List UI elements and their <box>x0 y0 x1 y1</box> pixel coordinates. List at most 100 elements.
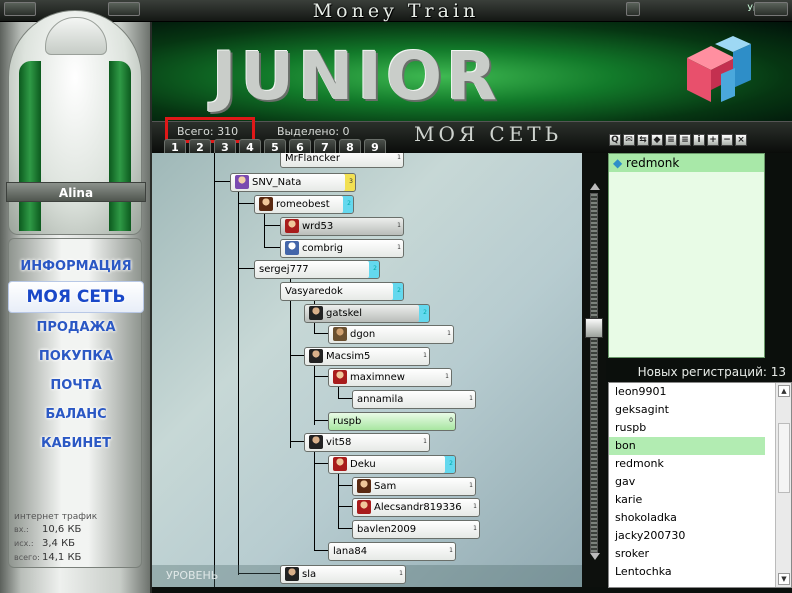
tree-node[interactable]: annamila 1 <box>352 390 476 409</box>
app-title: Money Train <box>312 0 480 22</box>
tree-connector <box>290 278 291 448</box>
node-label: wrd53 <box>302 221 334 232</box>
tree-connector <box>214 153 215 587</box>
tree-node[interactable]: sergej777 2 <box>254 260 380 279</box>
registration-item[interactable]: Lentochka <box>609 563 765 581</box>
tree-node[interactable]: romeobest 2 <box>254 195 354 214</box>
tree-node[interactable]: SNV_Nata 3 <box>230 173 356 192</box>
registration-item[interactable]: sroker <box>609 545 765 563</box>
info-button[interactable] <box>626 2 640 16</box>
tree-node[interactable]: dgon 1 <box>328 325 454 344</box>
tree-node[interactable]: maximnew 1 <box>328 368 452 387</box>
scroll-thumb[interactable] <box>585 318 603 338</box>
tree-node[interactable]: ruspb 0 <box>328 412 456 431</box>
close-window-button[interactable] <box>754 2 788 16</box>
tree-node[interactable]: Alecsandr819336 1 <box>352 498 480 517</box>
child-count-badge: 1 <box>447 330 451 337</box>
tree-node[interactable]: sla 1 <box>280 565 406 584</box>
user-icon: ◆ <box>613 156 627 170</box>
registration-item[interactable]: shokoladka <box>609 509 765 527</box>
main-menu: ИНФОРМАЦИЯ МОЯ СЕТЬ ПРОДАЖА ПОКУПКА ПОЧТА БАЛ… <box>8 252 144 458</box>
tree-connector <box>264 225 280 226</box>
tool-buttons: Q ✉ ⇆ ◆ ≡ ≡ i + − × <box>609 134 749 146</box>
menu-item[interactable]: МОЯ СЕТЬ <box>8 281 144 313</box>
scroll-down-icon[interactable]: ▼ <box>778 573 790 585</box>
tree-node[interactable]: combrig 1 <box>280 239 404 258</box>
network-toolbar: Всего: 310 Выделено: 0 МОЯ СЕТЬ 12345678… <box>152 117 792 155</box>
scroll-down-icon[interactable] <box>590 553 600 560</box>
list2-tool-icon[interactable]: ≡ <box>679 134 691 146</box>
node-label: dgon <box>350 329 376 340</box>
search-tool-icon[interactable]: Q <box>609 134 621 146</box>
section-title: МОЯ СЕТЬ <box>414 122 563 146</box>
scroll-thumb[interactable] <box>778 423 790 493</box>
child-count-badge: 1 <box>423 352 427 359</box>
tree-node[interactable]: wrd53 1 <box>280 217 404 236</box>
scroll-track[interactable] <box>590 193 598 553</box>
node-label: vit58 <box>326 437 352 448</box>
registration-item[interactable]: geksagint <box>609 401 765 419</box>
tree-connector <box>314 333 328 334</box>
tree-connector <box>290 355 304 356</box>
registration-item[interactable]: bon <box>609 437 765 455</box>
menu-item[interactable]: БАЛАНС <box>8 400 144 429</box>
registration-item[interactable]: jacky200730 <box>609 527 765 545</box>
menu-item[interactable]: ПОКУПКА <box>8 342 144 371</box>
child-count-badge: 1 <box>397 154 401 161</box>
tree-node[interactable]: Macsim5 1 <box>304 347 430 366</box>
tree-connector <box>290 441 304 442</box>
tree-node[interactable]: MrFlancker 1 <box>280 153 404 168</box>
child-count-badge: 1 <box>473 525 477 532</box>
train-stripe-right <box>109 61 131 231</box>
tree-connector <box>238 268 254 269</box>
traffic-value: 10,6 КБ <box>42 524 82 535</box>
tree-node[interactable]: Deku 2 <box>328 455 456 474</box>
registration-item[interactable]: gav <box>609 473 765 491</box>
registration-item[interactable]: leon9901 <box>609 383 765 401</box>
menu-item[interactable]: ИНФОРМАЦИЯ <box>8 252 144 281</box>
scroll-up-icon[interactable] <box>590 183 600 190</box>
registrations-title: Новых регистраций: 13 <box>637 365 786 379</box>
tree-node[interactable]: Sam 1 <box>352 477 476 496</box>
mail-tool-icon[interactable]: ✉ <box>623 134 635 146</box>
registration-item[interactable]: redmonk <box>609 455 765 473</box>
close-tool-icon[interactable]: × <box>735 134 747 146</box>
cube-tool-icon[interactable]: ◆ <box>651 134 663 146</box>
banner-title: JUNIOR <box>212 38 501 115</box>
traffic-row: всего: 14,1 КБ <box>14 552 134 566</box>
train-stripe-left <box>19 61 41 231</box>
avatar-icon <box>309 349 323 363</box>
node-label: Deku <box>350 459 376 470</box>
registration-item[interactable]: karie <box>609 491 765 509</box>
add-tool-icon[interactable]: + <box>707 134 719 146</box>
tree-node[interactable]: Vasyaredok 2 <box>280 282 404 301</box>
network-tree[interactable]: УРОВЕНЬ MrFlancker 1 SNV_Nata 3 romeobest 2 wr… <box>152 153 582 587</box>
traffic-value: 3,4 КБ <box>42 538 76 549</box>
avatar-icon <box>285 567 299 581</box>
menu-item[interactable]: ПОЧТА <box>8 371 144 400</box>
tree-node[interactable]: lana84 1 <box>328 542 456 561</box>
node-label: romeobest <box>276 199 330 210</box>
list-tool-icon[interactable]: ≡ <box>665 134 677 146</box>
child-count-badge: 3 <box>349 178 353 185</box>
avatar-icon <box>309 306 323 320</box>
tree-connector <box>338 485 352 486</box>
tree-node[interactable]: bavlen2009 1 <box>352 520 480 539</box>
tree-node[interactable]: vit58 1 <box>304 433 430 452</box>
registration-item[interactable]: ruspb <box>609 419 765 437</box>
tree-scrollbar[interactable] <box>582 153 606 587</box>
info-tool-icon[interactable]: i <box>693 134 705 146</box>
remove-tool-icon[interactable]: − <box>721 134 733 146</box>
avatar-icon <box>357 500 371 514</box>
menu-item[interactable]: ПРОДАЖА <box>8 313 144 342</box>
swap-tool-icon[interactable]: ⇆ <box>637 134 649 146</box>
menu-item[interactable]: КАБИНЕТ <box>8 429 144 458</box>
registrations-list[interactable]: leon9901 geksagint ruspb bon redmonk gav karie… <box>608 382 792 588</box>
tree-node[interactable]: gatskel 2 <box>304 304 430 323</box>
scroll-up-icon[interactable]: ▲ <box>778 385 790 397</box>
selected-label: Выделено: <box>277 125 340 138</box>
selected-user-item[interactable]: ◆ redmonk <box>609 154 764 172</box>
node-label: Alecsandr819336 <box>374 502 462 513</box>
tree-connector <box>338 506 352 507</box>
registrations-scrollbar[interactable]: ▲ ▼ <box>775 383 791 587</box>
